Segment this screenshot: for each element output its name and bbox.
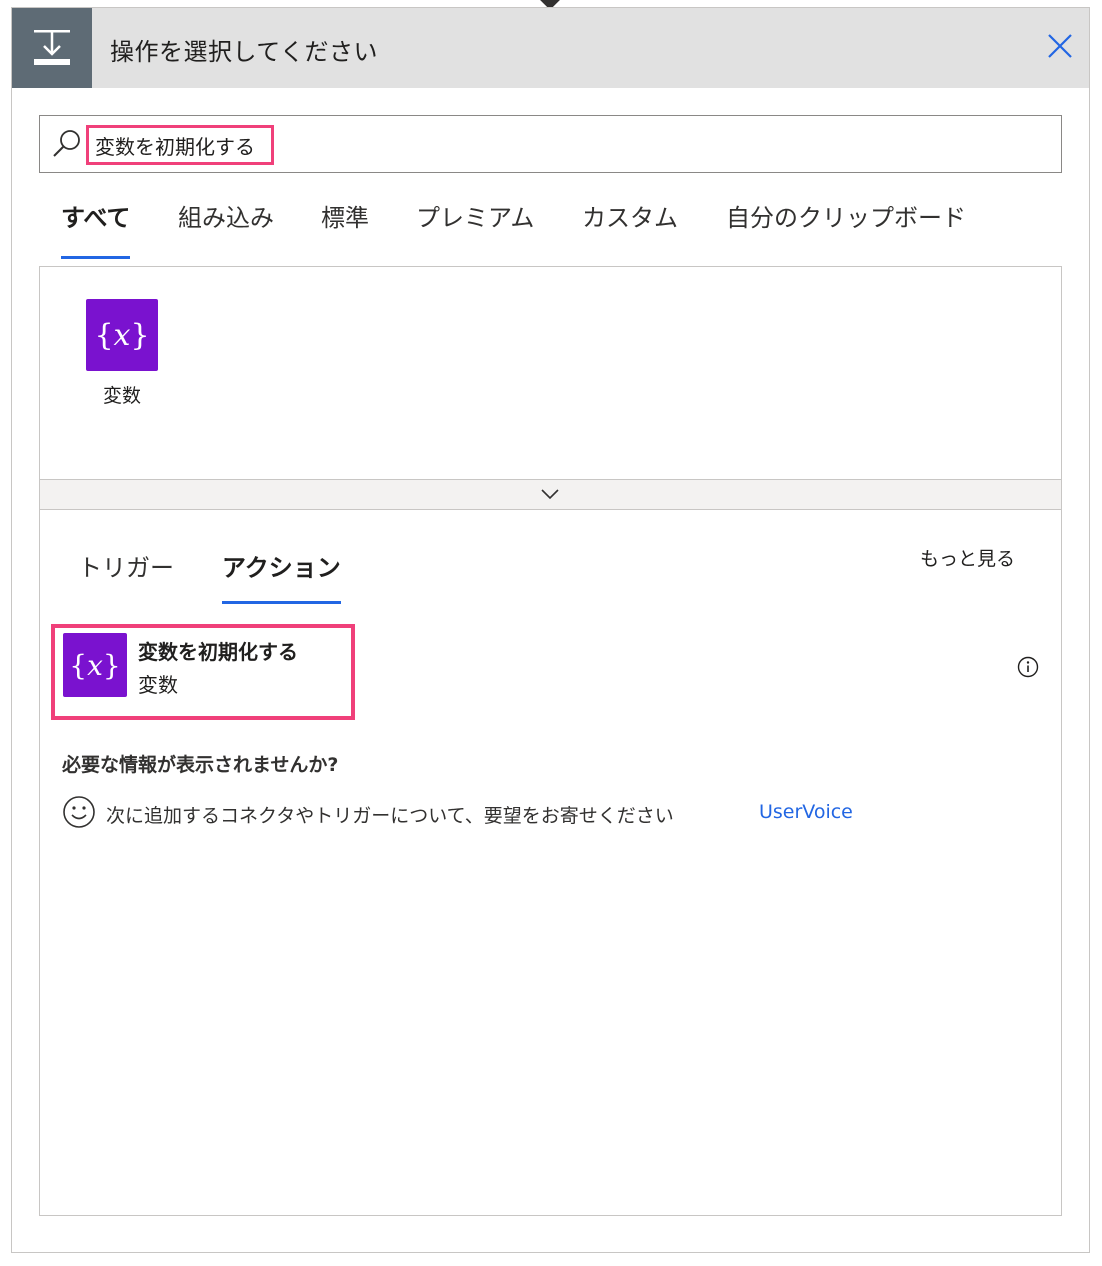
tab-label: アクション: [222, 554, 341, 582]
tab-label: トリガー: [78, 554, 174, 582]
tab-premium[interactable]: プレミアム: [416, 198, 534, 260]
tab-triggers[interactable]: トリガー: [78, 548, 174, 604]
see-more-link[interactable]: もっと見る: [920, 544, 1015, 571]
tab-all[interactable]: すべて: [61, 198, 131, 260]
card-header: 操作を選択してください: [12, 8, 1089, 88]
variable-icon: {𝑥}: [86, 299, 158, 371]
smiley-icon: [63, 796, 95, 828]
close-icon: [1048, 34, 1072, 58]
connector-list: {𝑥} 変数: [39, 266, 1062, 479]
dialog-title: 操作を選択してください: [110, 38, 379, 66]
close-button[interactable]: [1042, 28, 1078, 64]
tab-label: カスタム: [582, 204, 678, 232]
operations-panel: トリガー アクション もっと見る {𝑥} 変数を初期化する 変数 必要な情報が表…: [39, 510, 1062, 1216]
action-step-icon: [12, 8, 92, 88]
chevron-down-icon: [541, 489, 559, 500]
search-input[interactable]: [86, 125, 274, 165]
tab-label: すべて: [61, 204, 131, 232]
feedback-text: 次に追加するコネクタやトリガーについて、要望をお寄せください: [106, 805, 674, 827]
tab-label: プレミアム: [416, 204, 535, 232]
search-box: [39, 115, 1062, 173]
tab-standard[interactable]: 標準: [321, 198, 369, 260]
connector-label: 変数: [102, 385, 141, 407]
search-icon: [53, 130, 80, 157]
info-button[interactable]: [1017, 656, 1039, 678]
connector-variables[interactable]: {𝑥} 変数: [86, 299, 158, 408]
tab-label: 組み込み: [178, 204, 274, 232]
active-tab-indicator: [61, 256, 131, 259]
tab-label: 標準: [321, 204, 369, 232]
info-icon: [1017, 656, 1039, 678]
operation-picker-card: 操作を選択してください すべて 組み込み 標準 プレミアム カスタ: [11, 7, 1090, 1253]
action-initialize-variable[interactable]: {𝑥} 変数を初期化する 変数: [51, 624, 355, 720]
active-tab-indicator: [222, 601, 341, 604]
tab-label: 自分のクリップボード: [726, 204, 966, 232]
action-title: 変数を初期化する: [138, 640, 298, 664]
missing-info-heading: 必要な情報が表示されませんか?: [62, 754, 339, 776]
tab-built-in[interactable]: 組み込み: [178, 198, 274, 260]
expand-connectors-button[interactable]: [39, 479, 1062, 510]
tab-my-clipboard[interactable]: 自分のクリップボード: [726, 198, 966, 260]
variable-icon: {𝑥}: [63, 633, 127, 697]
tab-actions[interactable]: アクション: [222, 548, 341, 604]
tab-custom[interactable]: カスタム: [582, 198, 678, 260]
action-connector-name: 変数: [138, 673, 178, 697]
uservoice-link[interactable]: UserVoice: [759, 801, 853, 823]
